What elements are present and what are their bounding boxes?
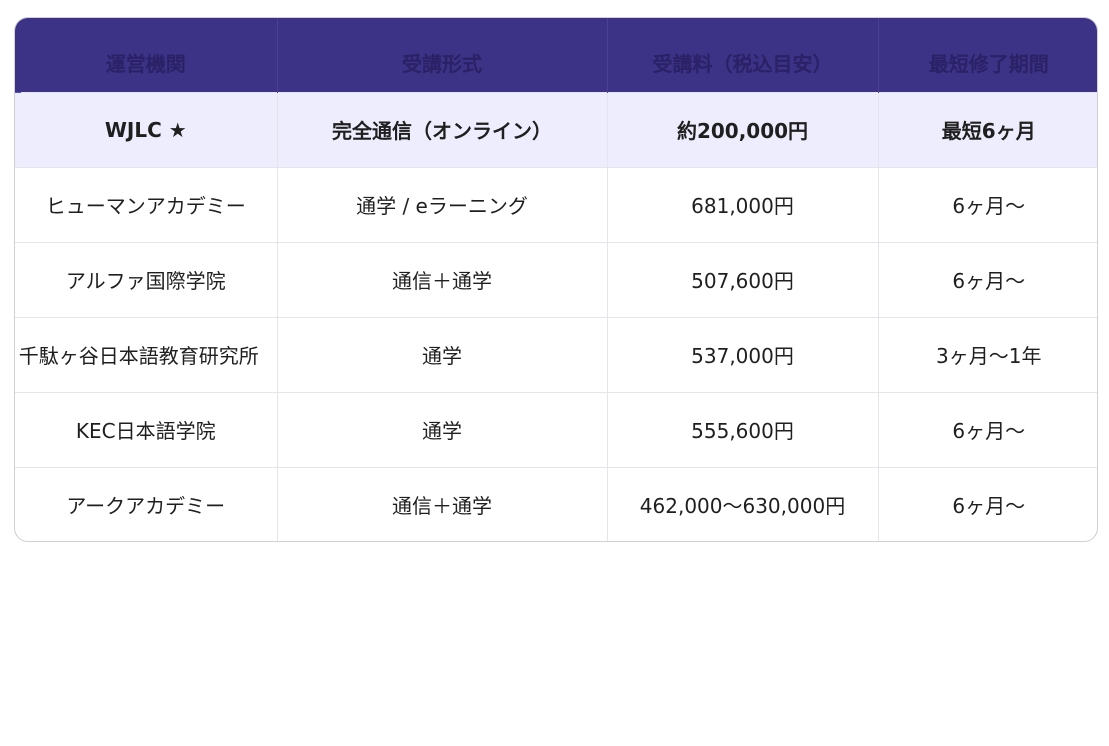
table-row: 千駄ヶ谷日本語教育研究所 通学 537,000円 3ヶ月〜1年: [15, 317, 1097, 392]
cell-provider: WJLC ★: [15, 92, 278, 167]
cell-format: 通学 / eラーニング: [277, 167, 608, 242]
cell-format: 通信＋通学: [277, 242, 608, 317]
cell-provider: アークアカデミー: [15, 467, 278, 541]
cell-format: 通信＋通学: [277, 467, 608, 541]
table-row: アークアカデミー 通信＋通学 462,000〜630,000円 6ヶ月〜: [15, 467, 1097, 541]
cell-period: 6ヶ月〜: [952, 494, 1026, 519]
cell-fee: 681,000円: [607, 167, 879, 242]
table-row-highlighted: WJLC ★ 完全通信（オンライン） 約200,000円 最短6ヶ月: [15, 92, 1097, 167]
cell-period: 6ヶ月〜: [952, 419, 1026, 443]
cell-period: 最短6ヶ月: [941, 119, 1036, 143]
table-row: ヒューマンアカデミー 通学 / eラーニング 681,000円 6ヶ月〜: [15, 167, 1097, 242]
cell-fee: 507,600円: [607, 242, 879, 317]
cell-provider: KEC日本語学院: [15, 392, 278, 467]
cell-fee: 462,000〜630,000円: [607, 467, 879, 541]
header-period: 最短修了期間: [928, 52, 1049, 77]
header-provider: 運営機関: [15, 18, 278, 92]
cell-provider: アルファ国際学院: [15, 242, 278, 317]
comparison-table: 運営機関 受講形式 受講料（税込目安） 最短修了期間 WJLC ★ 完全通信（オ…: [14, 17, 1098, 542]
cell-provider: 千駄ヶ谷日本語教育研究所: [18, 344, 259, 368]
cell-period: 3ヶ月〜1年: [936, 344, 1042, 368]
table-header-row: 運営機関 受講形式 受講料（税込目安） 最短修了期間: [15, 18, 1097, 92]
cell-fee: 約200,000円: [607, 92, 879, 167]
cell-format: 完全通信（オンライン）: [277, 92, 608, 167]
header-fee: 受講料（税込目安）: [607, 18, 879, 92]
cell-format: 通学: [277, 317, 608, 392]
cell-period: 6ヶ月〜: [952, 269, 1026, 293]
cell-provider-wrap: 千駄ヶ谷日本語教育研究所: [15, 317, 278, 392]
cell-provider: ヒューマンアカデミー: [15, 167, 278, 242]
header-format: 受講形式: [277, 18, 608, 92]
cell-fee: 555,600円: [607, 392, 879, 467]
table-row: アルファ国際学院 通信＋通学 507,600円 6ヶ月〜: [15, 242, 1097, 317]
cell-period: 6ヶ月〜: [952, 194, 1026, 218]
table-row: KEC日本語学院 通学 555,600円 6ヶ月〜: [15, 392, 1097, 467]
course-comparison-table: 運営機関 受講形式 受講料（税込目安） 最短修了期間 WJLC ★ 完全通信（オ…: [15, 18, 1097, 541]
cell-fee: 537,000円: [607, 317, 879, 392]
cell-format: 通学: [277, 392, 608, 467]
